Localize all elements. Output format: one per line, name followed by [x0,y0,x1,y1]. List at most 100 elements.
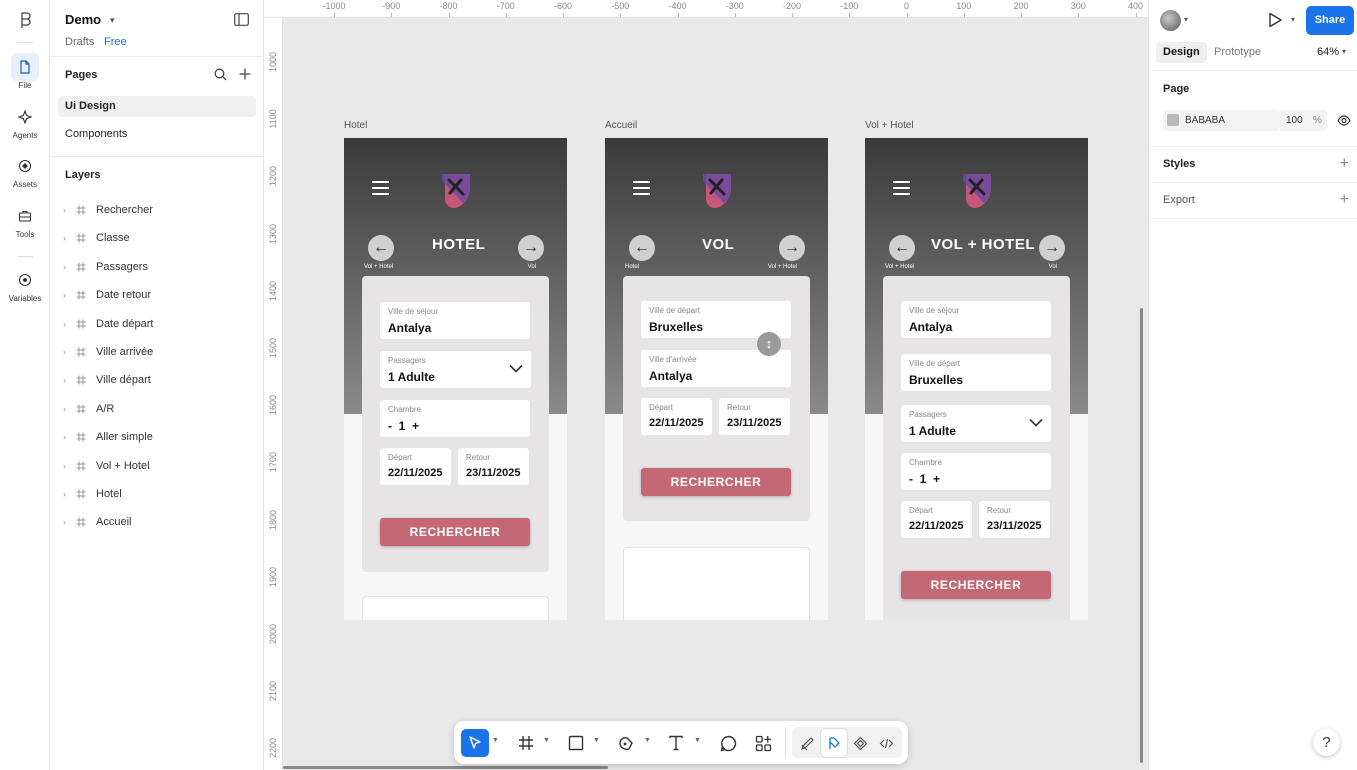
layer-item[interactable]: › Accueil [50,508,263,536]
play-icon[interactable] [1267,12,1283,28]
layer-item[interactable]: › Date retour [50,281,263,309]
help-button[interactable]: ? [1313,729,1340,756]
search-card: Ville de séjour Antalya Ville de départ Bru… [883,276,1070,620]
frame-tool-button[interactable] [512,729,540,757]
chevron-down-icon[interactable]: ▼ [593,737,600,744]
add-export-icon[interactable]: + [1340,192,1349,208]
chevron-down-icon[interactable]: ▼ [644,737,651,744]
plan-badge[interactable]: Free [104,36,127,48]
divider [50,156,263,157]
share-button[interactable]: Share [1306,6,1354,35]
chevron-right-icon[interactable]: › [63,366,66,394]
rail-assets[interactable]: Assets [0,152,50,189]
arrow-left-icon: ← [629,235,655,261]
search-icon[interactable] [214,68,227,81]
frame-1[interactable]: ← → VOL Hotel Vol + Hotel Ville de départ Brux… [605,138,828,620]
frame-0[interactable]: ← → HOTEL Vol + Hotel Vol Ville de séjour Anta… [344,138,567,620]
layer-item[interactable]: › Date départ [50,310,263,338]
layer-item[interactable]: › Aller simple [50,423,263,451]
chevron-down-icon[interactable]: ▾ [110,15,115,26]
add-page-icon[interactable] [239,68,251,80]
main-menu-icon[interactable] [17,12,33,29]
frame-label[interactable]: Vol + Hotel [865,120,914,131]
components-tool-button[interactable] [749,729,777,757]
search-card: Ville de séjour Antalya Passagers 1 Adulte C… [362,276,549,572]
sidebar-toggle-icon[interactable] [234,13,249,26]
chevron-right-icon[interactable]: › [63,452,66,480]
opacity-unit: % [1313,115,1322,126]
add-style-icon[interactable]: + [1340,156,1349,172]
chevron-right-icon[interactable]: › [63,508,66,536]
drafts-link[interactable]: Drafts [65,36,94,48]
color-hex[interactable]: BABABA [1185,115,1225,126]
avatar[interactable] [1160,10,1181,31]
rail-tools[interactable]: Tools [0,202,50,239]
pen-tool-button[interactable] [612,729,640,757]
chevron-right-icon[interactable]: › [63,310,66,338]
field-value: Antalya [909,320,953,334]
code-mode-button[interactable] [873,729,899,757]
vertical-scrollbar[interactable] [1140,308,1143,763]
horizontal-scrollbar[interactable] [283,766,608,769]
page-section-title: Page [1163,83,1190,95]
layer-label: Classe [96,232,130,245]
layer-item[interactable]: › Vol + Hotel [50,452,263,480]
rail-agents[interactable]: Agents [0,103,50,140]
chevron-down-icon[interactable]: ▾ [1291,15,1295,24]
layer-item[interactable]: › Classe [50,224,263,252]
chevron-right-icon[interactable]: › [63,423,66,451]
form-field: Ville de séjour Antalya [901,301,1051,338]
rectangle-tool-button[interactable] [562,729,590,757]
chevron-right-icon[interactable]: › [63,196,66,224]
color-swatch[interactable] [1167,114,1179,126]
dev-assets-button[interactable] [847,729,873,757]
chevron-right-icon[interactable]: › [63,253,66,281]
export-section-title: Export [1163,194,1195,206]
text-tool-button[interactable] [662,729,690,757]
layer-label: Passagers [96,260,148,273]
layer-item[interactable]: › Ville départ [50,366,263,394]
rail-file[interactable]: File [0,53,50,90]
draw-mode-button[interactable] [794,729,820,757]
arrow-right-icon: → [1039,235,1065,261]
zoom-level[interactable]: 64% [1317,46,1339,58]
move-tool-button[interactable] [461,729,489,757]
opacity-field[interactable]: 100 % [1279,110,1327,131]
chevron-down-icon[interactable]: ▼ [543,737,550,744]
chevron-down-icon[interactable]: ▾ [1184,15,1188,24]
ruler-tick [734,13,736,17]
chevron-right-icon[interactable]: › [63,338,66,366]
project-name[interactable]: Demo [65,12,101,27]
layer-item[interactable]: › Ville arrivée [50,338,263,366]
layer-label: Date départ [96,317,154,330]
design-mode-button[interactable] [821,729,847,757]
frame-icon [76,517,86,527]
rail-variables[interactable]: Variables [0,266,50,303]
comment-tool-button[interactable] [714,729,742,757]
layer-item[interactable]: › A/R [50,395,263,423]
chevron-right-icon[interactable]: › [63,224,66,252]
swap-icon: ↕ [757,332,781,356]
canvas[interactable]: Hotel ← → HOTEL Vol + Hotel Vol Ville de séjou… [283,18,1148,770]
chevron-right-icon[interactable]: › [63,480,66,508]
tab-prototype[interactable]: Prototype [1207,42,1268,63]
chevron-right-icon[interactable]: › [63,281,66,309]
frame-2[interactable]: ← → VOL + HOTEL Vol + Hotel Vol Ville de séjo… [865,138,1088,620]
frame-label[interactable]: Accueil [605,120,637,131]
frame-label[interactable]: Hotel [344,120,367,131]
layer-item[interactable]: › Passagers [50,253,263,281]
layer-item[interactable]: › Hotel [50,480,263,508]
rail-label: Assets [12,180,37,189]
opacity-value[interactable]: 100 [1286,115,1303,126]
layer-item[interactable]: › Rechercher [50,196,263,224]
eye-icon[interactable] [1337,115,1351,126]
tab-design[interactable]: Design [1156,42,1207,63]
chevron-right-icon[interactable]: › [63,395,66,423]
ruler-tick-label: 1100 [268,109,278,129]
chevron-down-icon[interactable]: ▾ [1342,47,1346,56]
page-item-components[interactable]: Components [58,124,256,145]
page-item-ui-design[interactable]: Ui Design [58,96,256,117]
chevron-down-icon[interactable]: ▼ [694,737,701,744]
chevron-down-icon[interactable]: ▼ [492,737,499,744]
layer-label: Vol + Hotel [96,459,150,472]
